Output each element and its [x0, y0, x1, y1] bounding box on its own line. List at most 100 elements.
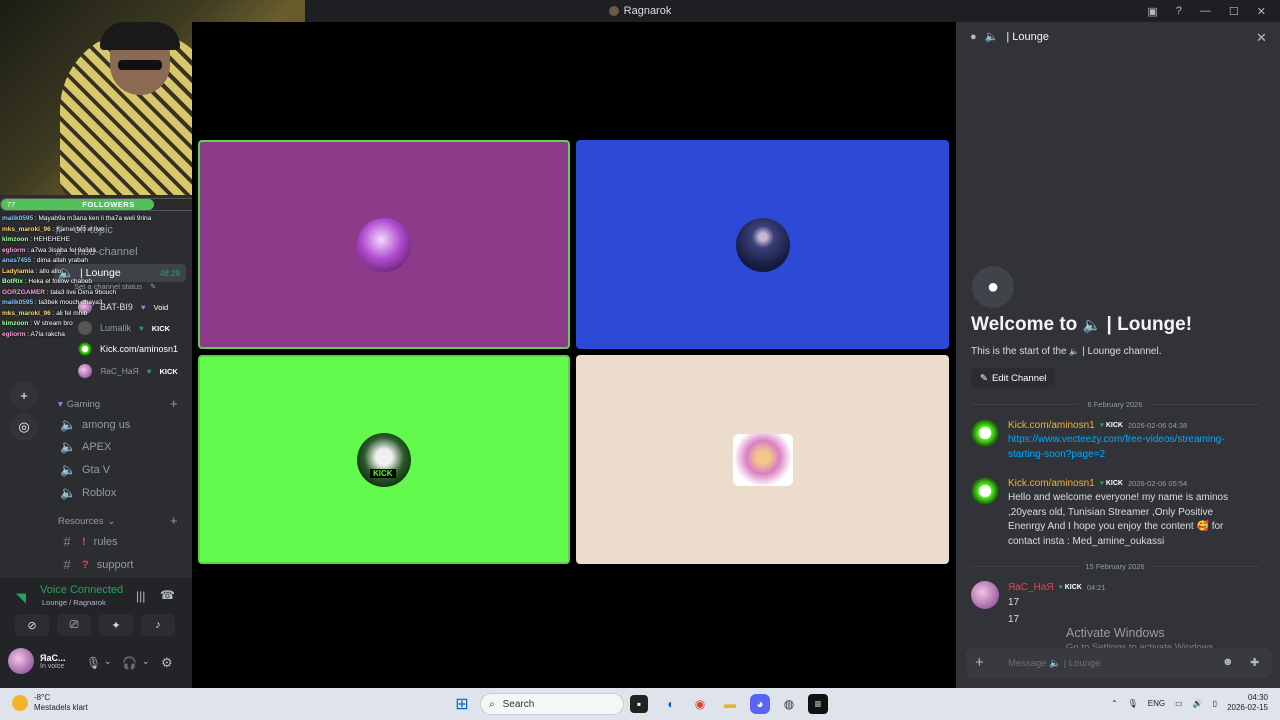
- maximize-button[interactable]: ☐: [1229, 5, 1239, 18]
- channel-among-us[interactable]: 🔈 among us: [60, 417, 130, 433]
- chat-overlay-line: kimzoon : HEHEHEHE: [2, 235, 182, 246]
- chat-overlay-user: anas7455: [2, 257, 32, 264]
- camera-off-button[interactable]: ⊘: [15, 614, 49, 636]
- microphone-icon[interactable]: 🎙: [86, 656, 101, 670]
- chat-overlay-text: : ta3bek mouch dhaya3: [33, 299, 103, 306]
- channel-roblox[interactable]: 🔈 Roblox: [60, 485, 116, 501]
- language-indicator[interactable]: ENG: [1148, 699, 1165, 708]
- avatar: [735, 217, 790, 272]
- video-tile-4[interactable]: [576, 355, 949, 564]
- chevron-down-icon[interactable]: ⌄: [142, 656, 150, 667]
- volume-icon[interactable]: 🔊: [1193, 699, 1203, 708]
- avatar[interactable]: [971, 581, 999, 609]
- speaker-icon: 🔈: [984, 31, 999, 43]
- channel-apex[interactable]: 🔈 APEX: [60, 439, 111, 455]
- add-server-button[interactable]: +: [10, 381, 38, 409]
- soundboard-button[interactable]: ♪: [141, 614, 175, 636]
- weather-widget[interactable]: -8°C Mestadels klart: [12, 693, 88, 713]
- date-divider-label: 6 February 2026: [1078, 400, 1152, 409]
- chevron-down-icon[interactable]: ⌄: [104, 656, 112, 667]
- clock[interactable]: 04:30 2026-02-15: [1227, 693, 1268, 713]
- avatar: KICK: [357, 432, 411, 487]
- close-icon[interactable]: ✕: [1256, 30, 1267, 46]
- message-text: Hello and welcome everyone! my name is a…: [1008, 492, 1229, 547]
- panel-header: ● 🔈 | Lounge: [970, 30, 1049, 44]
- gear-icon[interactable]: ⚙: [161, 655, 173, 671]
- channel-gta-v[interactable]: 🔈 Gta V: [60, 462, 110, 478]
- edit-channel-button[interactable]: ✎ Edit Channel: [971, 368, 1056, 388]
- taskbar-search[interactable]: ⌕ Search: [480, 693, 624, 715]
- voice-connected-subtitle[interactable]: Lounge / Ragnarok: [42, 598, 106, 607]
- chevron-down-icon: ⌄: [107, 516, 116, 527]
- avatar[interactable]: [971, 419, 999, 447]
- video-tile-1[interactable]: [198, 140, 570, 349]
- close-window-button[interactable]: ✕: [1257, 5, 1266, 18]
- chat-overlay-text: : a7wa 3isaba fel 9a3da: [25, 246, 96, 254]
- minimize-button[interactable]: —: [1200, 5, 1211, 17]
- windows-start-icon[interactable]: ⊞: [452, 694, 472, 714]
- discover-icon[interactable]: ◎: [10, 413, 38, 441]
- message-author[interactable]: Kick.com/aminosn1: [1008, 478, 1095, 489]
- chat-overlay-text: : W stream bro: [28, 320, 73, 327]
- avatar: [78, 364, 92, 378]
- stream-chat-overlay: malik0595 : Mayab9a m3ana ken li tha7a w…: [2, 214, 182, 340]
- task-view-icon[interactable]: ▪: [630, 695, 648, 713]
- message-author[interactable]: Kick.com/aminosn1: [1008, 420, 1095, 431]
- avatar: [8, 648, 34, 674]
- microphone-icon[interactable]: 🎙: [1128, 699, 1138, 708]
- welcome-heading: Welcome to 🔈 | Lounge!: [971, 314, 1193, 335]
- channel-rules[interactable]: #! rules: [60, 534, 117, 549]
- category-resources[interactable]: Resources ⌄: [58, 516, 115, 527]
- disconnect-icon[interactable]: ☎: [160, 588, 175, 602]
- battery-icon[interactable]: ▯: [1213, 699, 1217, 708]
- weather-icon: [12, 695, 28, 711]
- edge-icon[interactable]: ◐: [661, 694, 681, 714]
- channel-support[interactable]: #? support: [60, 557, 133, 572]
- plus-icon[interactable]: +: [975, 654, 984, 671]
- help-icon[interactable]: ?: [1176, 5, 1182, 17]
- kick-badge: ♥ KICK: [1099, 422, 1123, 429]
- message-link[interactable]: https://www.vecteezy.com/free-videos/str…: [1008, 433, 1240, 462]
- chat-overlay-text: : dima allah yrabah: [31, 257, 89, 264]
- voice-user-4[interactable]: ЯaC_НaЯ ♥ KICK: [78, 364, 178, 378]
- chat-overlay-user: mks_maroki_96: [2, 225, 51, 233]
- noise-suppression-icon[interactable]: |||: [136, 589, 145, 603]
- app-icon[interactable]: ≡: [808, 694, 828, 714]
- followers-goal-bar: FOLLOWERS 77 100: [0, 198, 215, 211]
- headphones-icon[interactable]: 🎧: [122, 656, 137, 670]
- video-tile-3[interactable]: KICK: [198, 355, 570, 564]
- obs-icon[interactable]: ◍: [779, 694, 799, 714]
- screen-share-button[interactable]: ⎚: [57, 614, 91, 636]
- avatar[interactable]: [971, 477, 999, 505]
- file-explorer-icon[interactable]: ▬: [720, 694, 740, 714]
- activities-button[interactable]: ✦: [99, 614, 133, 636]
- voice-connected-label[interactable]: Voice Connected: [40, 584, 123, 596]
- network-icon[interactable]: ▭: [1175, 699, 1183, 708]
- chat-bubble-icon[interactable]: ●: [970, 31, 977, 43]
- avatar: [357, 217, 411, 272]
- message-input[interactable]: + Message 🔈 | Lounge ☻ ✚: [966, 648, 1272, 678]
- message-timestamp: 04:21: [1086, 583, 1106, 592]
- emoji-icon[interactable]: ☻: [1222, 656, 1234, 668]
- discord-icon[interactable]: ◕: [750, 694, 770, 714]
- chrome-icon[interactable]: ◉: [690, 694, 710, 714]
- date-divider-label: 15 February 2026: [1078, 562, 1152, 571]
- message-author[interactable]: ЯaC_НaЯ: [1008, 582, 1054, 593]
- inbox-icon[interactable]: ▣: [1147, 5, 1157, 18]
- chevron-up-icon[interactable]: ⌃: [1111, 699, 1118, 708]
- voice-user-3[interactable]: Kick.com/aminosn1: [78, 342, 178, 356]
- apps-icon[interactable]: ✚: [1250, 656, 1259, 669]
- kick-badge: ♥ KICK: [1099, 480, 1123, 487]
- category-gaming[interactable]: ▾ Gaming: [58, 399, 100, 410]
- add-channel-button[interactable]: +: [170, 396, 178, 411]
- message-header: Kick.com/aminosn1 ♥ KICK 2026-02-06 04:38: [1008, 420, 1187, 431]
- add-channel-button[interactable]: +: [170, 513, 178, 528]
- chat-overlay-line: mks_maroki_96 : ali fel mhib: [2, 309, 182, 320]
- speaker-icon: 🔈: [1082, 317, 1102, 334]
- message-timestamp: 2026-02-06 05:54: [1127, 479, 1188, 488]
- user-panel[interactable]: ЯaC... In voice: [8, 648, 65, 674]
- video-tile-2[interactable]: [576, 140, 949, 349]
- chat-overlay-text: : Mayab9a m3ana ken li tha7a weli 9rina: [33, 215, 152, 222]
- chat-overlay-line: egliorm : a7wa 3isaba fel 9a3da: [2, 246, 182, 257]
- chat-overlay-user: mks_maroki_96: [2, 309, 51, 317]
